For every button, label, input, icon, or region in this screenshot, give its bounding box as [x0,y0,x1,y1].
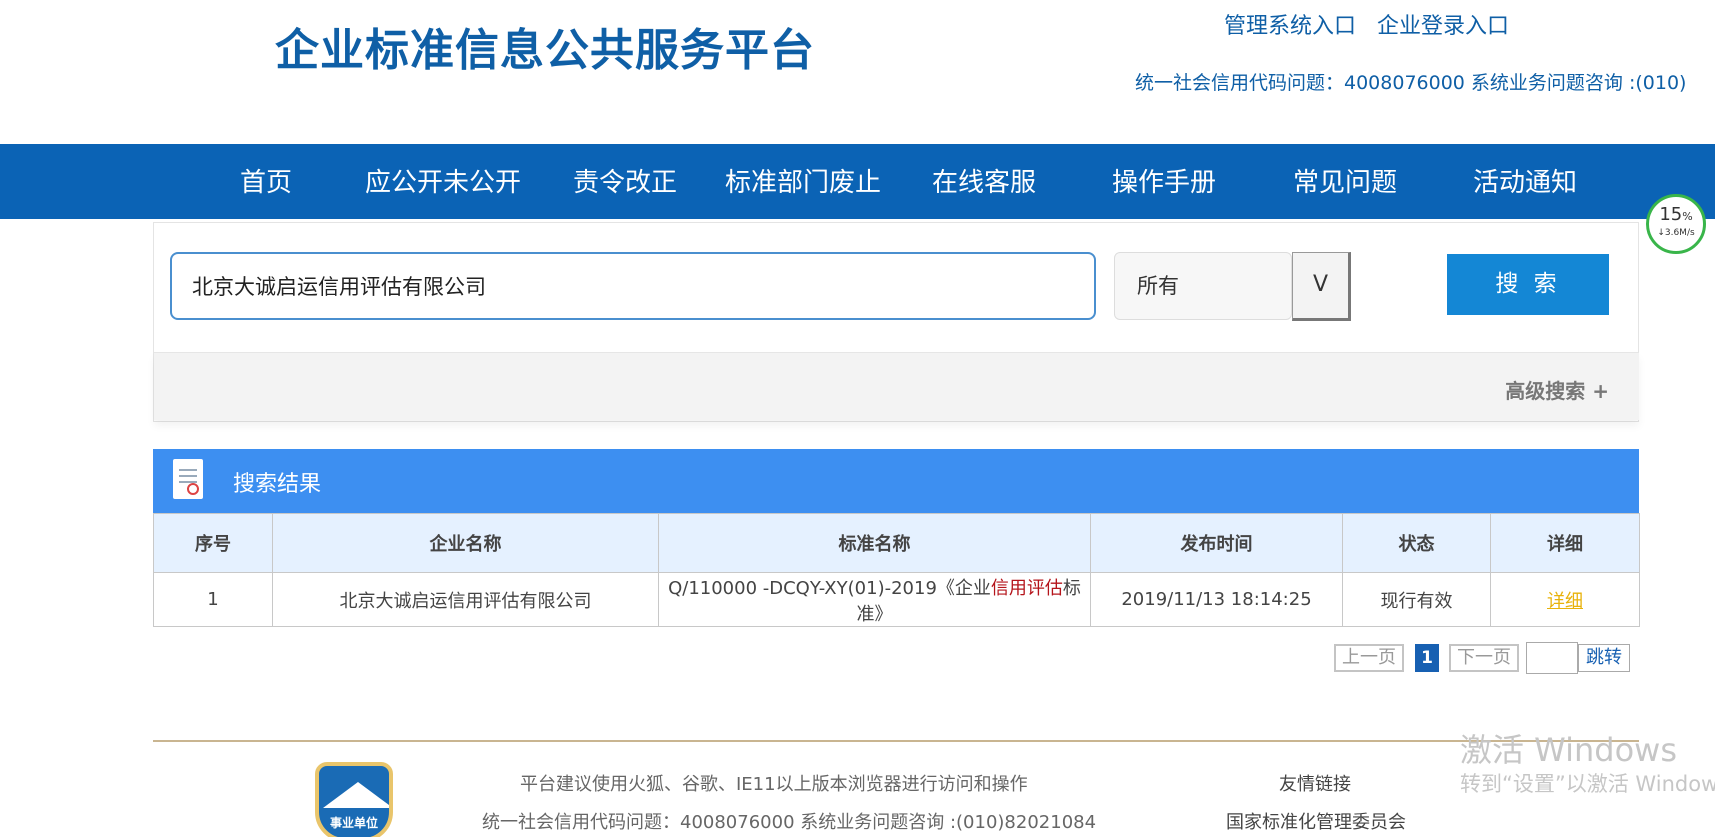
scope-select[interactable]: 所有 [1114,252,1292,320]
column-header-status: 状态 [1342,513,1491,573]
row-detail-cell: 详细 [1490,572,1640,627]
row-status: 现行有效 [1342,572,1491,627]
nav-item-abolished[interactable]: 标准部门废止 [725,162,881,199]
page-jump-button[interactable]: 跳转 [1578,644,1630,672]
standard-prefix: Q/110000 -DCQY-XY(01)-2019《企业 [668,577,991,599]
results-title: 搜索结果 [233,472,322,497]
next-page-button[interactable]: 下一页 [1449,644,1519,672]
prev-page-button[interactable]: 上一页 [1334,644,1404,672]
nav-item-unpublished[interactable]: 应公开未公开 [365,162,521,199]
footer-divider [153,740,1639,742]
advanced-search-bar: 高级搜索 + [154,352,1639,420]
enterprise-login-link[interactable]: 企业登录入口 [1377,14,1509,39]
scope-dropdown-button[interactable]: V [1292,252,1351,321]
column-header-standard: 标准名称 [658,513,1091,573]
nav-item-home[interactable]: 首页 [240,162,292,199]
mountain-icon [323,782,389,808]
search-input[interactable] [170,252,1096,320]
detail-link[interactable]: 详细 [1547,591,1583,612]
badge-text: 事业单位 [329,816,378,830]
row-company: 北京大诚启运信用评估有限公司 [272,572,659,627]
admin-entry-link[interactable]: 管理系统入口 [1224,14,1356,39]
row-published: 2019/11/13 18:14:25 [1090,572,1343,627]
row-index: 1 [153,572,273,627]
column-header-published: 发布时间 [1090,513,1343,573]
activation-watermark-hint: 转到“设置”以激活 Windows [1460,772,1715,796]
nav-item-faq[interactable]: 常见问题 [1293,162,1397,199]
search-button[interactable]: 搜 索 [1447,254,1609,315]
network-speed-widget[interactable]: 15% ↓3.6M/s [1646,194,1706,254]
results-header: 搜索结果 [153,449,1639,513]
speed-rate: ↓3.6M/s [1657,228,1695,238]
speed-percent-sign: % [1682,210,1693,223]
column-header-company: 企业名称 [272,513,659,573]
nav-item-notices[interactable]: 活动通知 [1473,162,1577,199]
advanced-search-toggle[interactable]: 高级搜索 + [1505,375,1609,404]
standard-highlight: 信用评估 [990,577,1063,599]
results-table: 序号 企业名称 标准名称 发布时间 状态 详细 1 北京大诚启运信用评估有限公司… [153,513,1640,627]
public-institution-badge[interactable]: 事业单位 [315,762,393,837]
speed-percent-value: 15 [1659,204,1683,225]
speed-percent: 15% [1649,204,1703,228]
document-icon [173,459,203,499]
page-jump-input[interactable] [1526,642,1578,674]
row-standard: Q/110000 -DCQY-XY(01)-2019《企业信用评估标准》 [658,572,1091,627]
nav-item-manual[interactable]: 操作手册 [1112,162,1216,199]
header-hotline: 统一社会信用代码问题：4008076000 系统业务问题咨询 :(010) [1135,72,1687,94]
nav-item-online-service[interactable]: 在线客服 [932,162,1036,199]
top-links: 管理系统入口 企业登录入口 [1224,8,1523,40]
nav-item-rectification[interactable]: 责令改正 [573,162,677,199]
footer-browser-tip: 平台建议使用火狐、谷歌、IE11以上版本浏览器进行访问和操作 [520,774,1028,795]
column-header-index: 序号 [153,513,273,573]
activation-watermark-title: 激活 Windows [1460,731,1678,769]
current-page-button[interactable]: 1 [1415,644,1439,672]
main-nav: 首页 应公开未公开 责令改正 标准部门废止 在线客服 操作手册 常见问题 活动通… [0,144,1715,219]
site-title: 企业标准信息公共服务平台 [275,25,815,76]
friend-links-title: 友情链接 [1279,774,1351,795]
page: 企业标准信息公共服务平台 管理系统入口 企业登录入口 统一社会信用代码问题：40… [0,0,1715,837]
footer-hotline: 统一社会信用代码问题：4008076000 系统业务问题咨询 :(010)820… [482,812,1097,833]
column-header-detail: 详细 [1490,513,1640,573]
table-header-row: 序号 企业名称 标准名称 发布时间 状态 详细 [153,513,1640,573]
table-row: 1 北京大诚启运信用评估有限公司 Q/110000 -DCQY-XY(01)-2… [153,572,1640,627]
friend-link-sac[interactable]: 国家标准化管理委员会 [1226,808,1406,834]
